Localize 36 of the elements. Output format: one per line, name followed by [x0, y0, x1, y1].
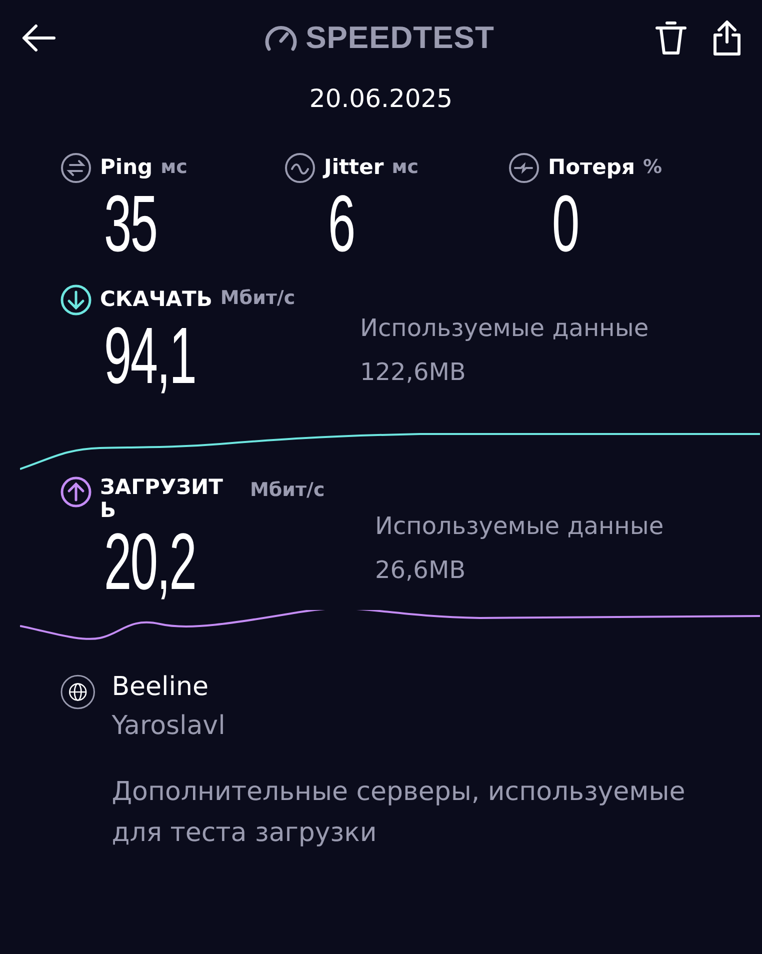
speedometer-icon — [264, 23, 298, 53]
ping-icon — [60, 152, 92, 184]
metric-unit: мс — [160, 155, 188, 180]
data-used-value: 122,6MB — [360, 356, 467, 388]
speed-value: 20,2 — [104, 522, 196, 602]
metric-label: Потеря — [548, 154, 635, 181]
packet-loss-icon — [508, 152, 540, 184]
download-icon — [60, 284, 92, 316]
metric-value: 0 — [552, 184, 578, 264]
share-button[interactable] — [712, 20, 742, 56]
speed-value: 94,1 — [104, 316, 196, 396]
provider-name: Beeline — [112, 670, 210, 704]
data-used-value: 26,6MB — [375, 554, 467, 586]
metric-value: 6 — [328, 184, 354, 264]
test-date: 20.06.2025 — [308, 83, 454, 115]
trash-icon — [654, 20, 688, 56]
back-arrow-icon — [20, 23, 56, 53]
metric-label: Jitter — [324, 154, 384, 181]
server-city: Yaroslavl — [112, 710, 226, 743]
metric-unit: % — [642, 155, 662, 180]
server-note: Дополнительные серверы, используемые для теста загрузки — [112, 776, 686, 850]
logo-text: SPEEDTEST — [306, 18, 494, 57]
data-used-label: Используемые данные — [375, 510, 664, 542]
delete-button[interactable] — [654, 20, 688, 56]
speed-label: СКАЧАТЬ — [100, 286, 212, 312]
speed-unit: Мбит/с — [220, 286, 296, 310]
back-button[interactable] — [20, 23, 56, 53]
speed-label: ЗАГРУЗИТЬ — [100, 476, 224, 522]
jitter-icon — [284, 152, 316, 184]
metric-unit: мс — [392, 155, 418, 180]
speed-unit: Мбит/с — [250, 478, 325, 502]
share-icon — [712, 20, 742, 56]
data-used-label: Используемые данные — [360, 312, 649, 344]
upload-icon — [60, 476, 92, 508]
metric-label: Ping — [100, 154, 153, 181]
metric-value: 35 — [104, 184, 157, 264]
